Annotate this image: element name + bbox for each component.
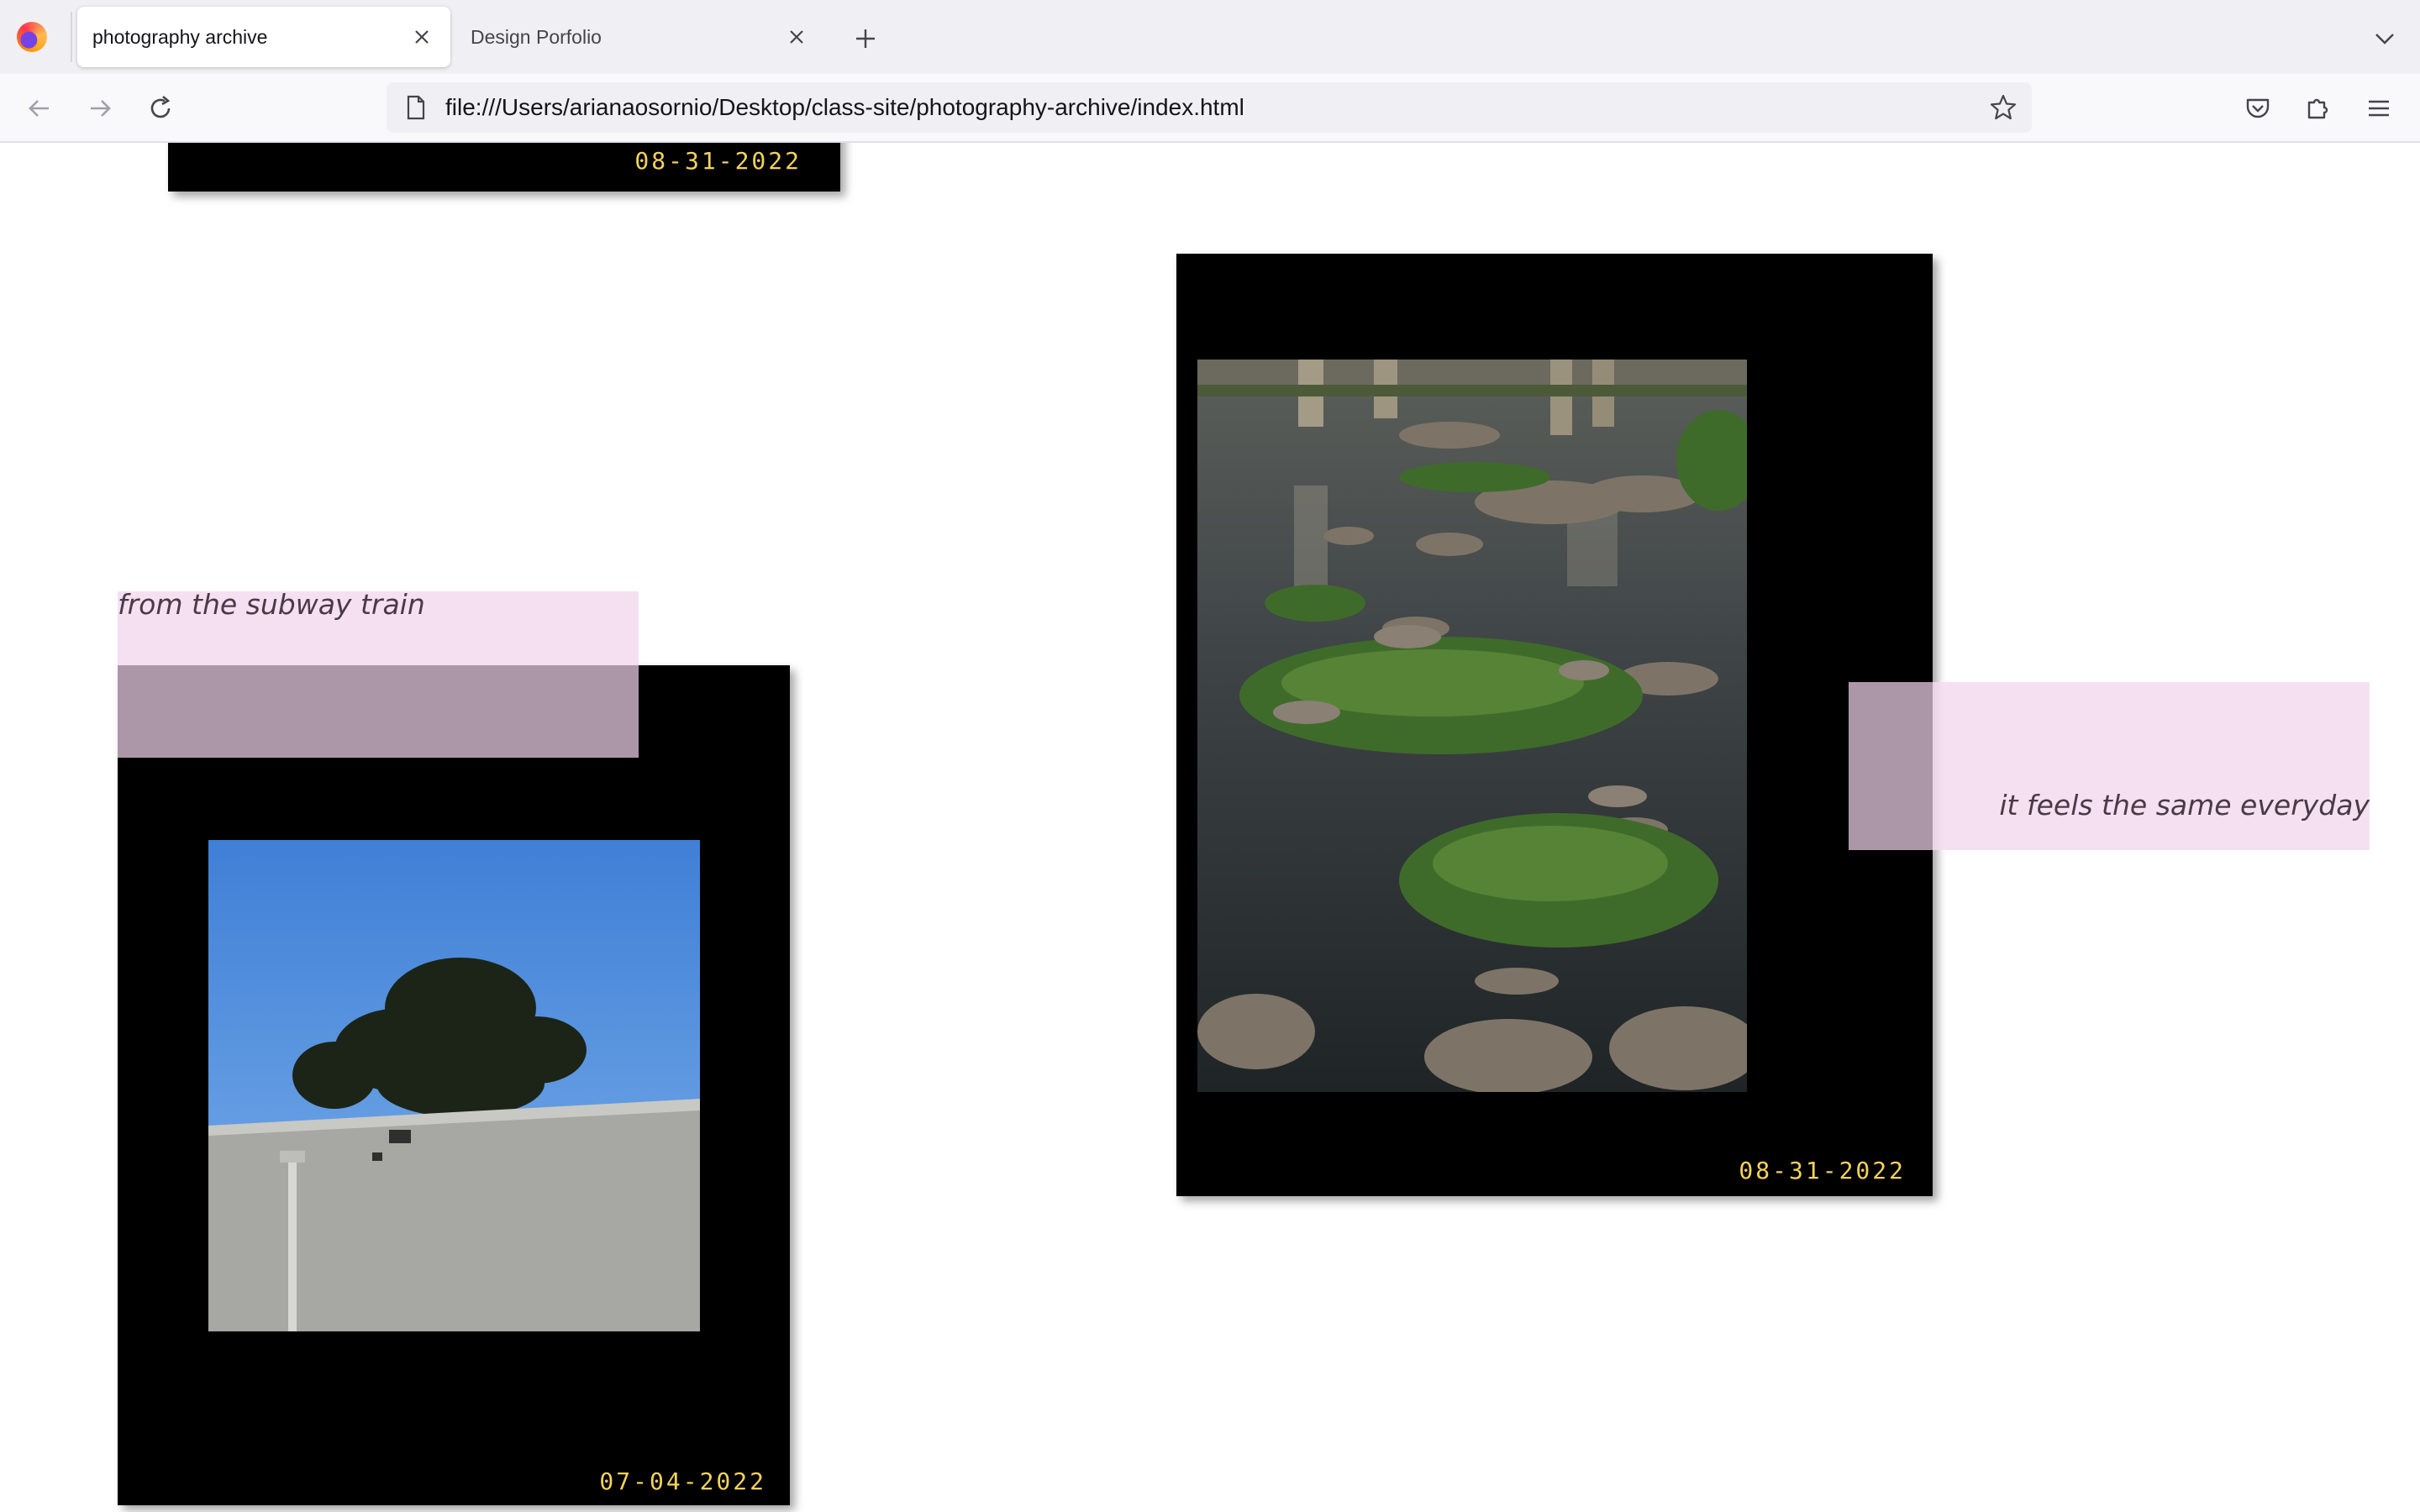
caption-text: from the subway train (118, 588, 425, 621)
close-tab-icon[interactable] (780, 20, 813, 54)
river-rocks-photo (1197, 360, 1747, 1092)
list-all-tabs-chevron-down-icon[interactable] (2366, 20, 2403, 57)
new-tab-button[interactable] (847, 20, 884, 57)
tab-label: photography archive (92, 25, 268, 48)
bookmark-star-icon[interactable] (1988, 92, 2018, 123)
navigation-toolbar: file:///Users/arianaosornio/Desktop/clas… (0, 74, 2420, 143)
firefox-icon[interactable] (17, 22, 47, 52)
photo-date: 08-31-2022 (634, 147, 802, 175)
caption-overlap (118, 665, 639, 758)
pocket-icon[interactable] (2237, 87, 2279, 129)
reload-icon[interactable] (139, 87, 182, 129)
close-tab-icon[interactable] (405, 20, 439, 54)
photo-card-river: 08-31-2022 (1176, 254, 1933, 1196)
tab-separator (71, 12, 72, 62)
caption-text: it feels the same everyday (1999, 789, 2370, 822)
photo-date: 07-04-2022 (599, 1467, 766, 1495)
tab-label: Design Porfolio (471, 25, 602, 48)
back-arrow-icon[interactable] (18, 87, 60, 129)
caption-overlap (1849, 682, 1933, 850)
tab-design-portfolio[interactable]: Design Porfolio (455, 7, 825, 67)
menu-hamburger-icon[interactable] (2358, 87, 2400, 129)
tab-strip: photography archive Design Porfolio (0, 0, 2420, 74)
address-bar[interactable]: file:///Users/arianaosornio/Desktop/clas… (387, 82, 2032, 133)
page-content: 08-31-2022 08-31-2022 it feels the same … (0, 143, 2420, 1512)
tree-over-wall-photo (208, 840, 700, 1331)
tab-photography-archive[interactable]: photography archive (77, 7, 450, 67)
photo-date: 08-31-2022 (1739, 1157, 1906, 1184)
page-icon[interactable] (403, 95, 429, 120)
url-text[interactable]: file:///Users/arianaosornio/Desktop/clas… (445, 94, 1244, 121)
photo-card-subway: 07-04-2022 (118, 665, 790, 1505)
forward-arrow-icon[interactable] (79, 87, 121, 129)
photo-card-top: 08-31-2022 (168, 143, 840, 192)
extensions-puzzle-icon[interactable] (2297, 87, 2339, 129)
